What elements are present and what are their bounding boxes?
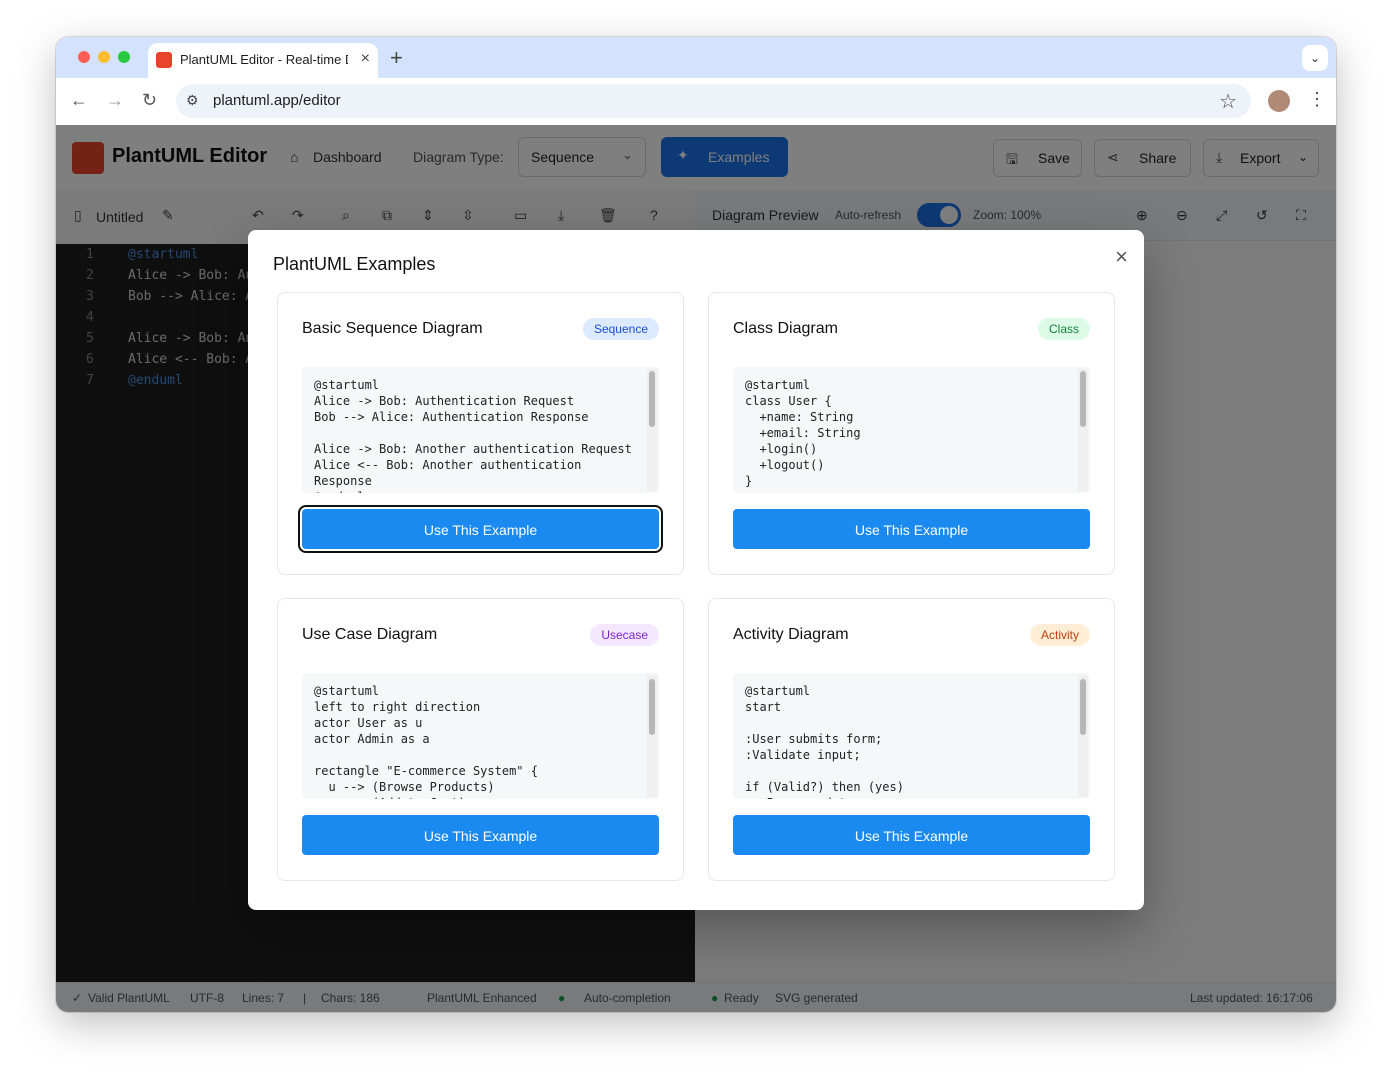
tab-title: PlantUML Editor - Real-time Diagrams <box>180 52 348 67</box>
code-scrollbar[interactable] <box>1078 369 1088 491</box>
example-code: @startuml Alice -> Bob: Authentication R… <box>314 378 632 493</box>
close-window-button[interactable] <box>78 51 90 63</box>
bookmark-star-icon[interactable]: ☆ <box>1219 89 1237 114</box>
url-text: plantuml.app/editor <box>213 92 341 109</box>
close-icon[interactable]: × <box>1115 244 1128 270</box>
example-type-badge: Usecase <box>590 624 659 646</box>
example-type-badge: Class <box>1037 318 1090 340</box>
example-code: @startuml class User { +name: String +em… <box>745 378 861 488</box>
example-title: Activity Diagram <box>733 626 849 643</box>
forward-arrow-icon[interactable]: → <box>106 90 124 111</box>
examples-modal: PlantUML Examples × Basic Sequence Diagr… <box>248 230 1144 910</box>
example-code-preview[interactable]: @startuml class User { +name: String +em… <box>733 367 1090 493</box>
maximize-window-button[interactable] <box>118 51 130 63</box>
tab-search-chevron-icon[interactable]: ⌄ <box>1302 45 1328 71</box>
example-code-preview[interactable]: @startuml Alice -> Bob: Authentication R… <box>302 367 659 493</box>
modal-title: PlantUML Examples <box>273 254 436 274</box>
browser-menu-icon[interactable]: ⋮ <box>1308 89 1326 110</box>
example-type-badge: Activity <box>1029 624 1090 646</box>
reload-icon[interactable]: ↻ <box>142 90 157 111</box>
profile-avatar[interactable] <box>1268 90 1290 112</box>
code-scrollbar[interactable] <box>647 369 657 491</box>
example-code-preview[interactable]: @startuml start :User submits form; :Val… <box>733 673 1090 799</box>
example-card: Class Diagram Class @startuml class User {… <box>708 292 1115 575</box>
use-example-button[interactable]: Use This Example <box>302 815 659 855</box>
site-settings-icon[interactable]: ⚙ <box>186 92 199 109</box>
example-title: Basic Sequence Diagram <box>302 320 483 337</box>
example-type-badge: Sequence <box>582 318 659 340</box>
tab-bar: PlantUML Editor - Real-time Diagrams × +… <box>56 37 1336 78</box>
example-title: Use Case Diagram <box>302 626 438 643</box>
plantuml-favicon-icon <box>156 52 172 68</box>
example-code: @startuml left to right direction actor … <box>314 684 538 799</box>
example-code: @startuml start :User submits form; :Val… <box>745 684 904 799</box>
use-example-button[interactable]: Use This Example <box>733 815 1090 855</box>
use-example-button[interactable]: Use This Example <box>733 509 1090 549</box>
new-tab-button[interactable]: + <box>390 45 403 71</box>
url-field[interactable]: ⚙ plantuml.app/editor ☆ <box>176 84 1251 118</box>
use-example-button[interactable]: Use This Example <box>302 509 659 549</box>
example-code-preview[interactable]: @startuml left to right direction actor … <box>302 673 659 799</box>
example-card: Basic Sequence Diagram Sequence @startuml … <box>277 292 684 575</box>
minimize-window-button[interactable] <box>98 51 110 63</box>
tab-close-icon[interactable]: × <box>361 50 370 68</box>
code-scrollbar[interactable] <box>647 675 657 797</box>
back-arrow-icon[interactable]: ← <box>70 90 88 111</box>
example-card: Use Case Diagram Usecase @startuml left to… <box>277 598 684 881</box>
example-card: Activity Diagram Activity @startuml start … <box>708 598 1115 881</box>
address-bar: ← → ↻ ⚙ plantuml.app/editor ☆ ⋮ <box>56 78 1336 126</box>
code-scrollbar[interactable] <box>1078 675 1088 797</box>
example-title: Class Diagram <box>733 320 838 337</box>
browser-tab[interactable]: PlantUML Editor - Real-time Diagrams × <box>148 43 378 78</box>
